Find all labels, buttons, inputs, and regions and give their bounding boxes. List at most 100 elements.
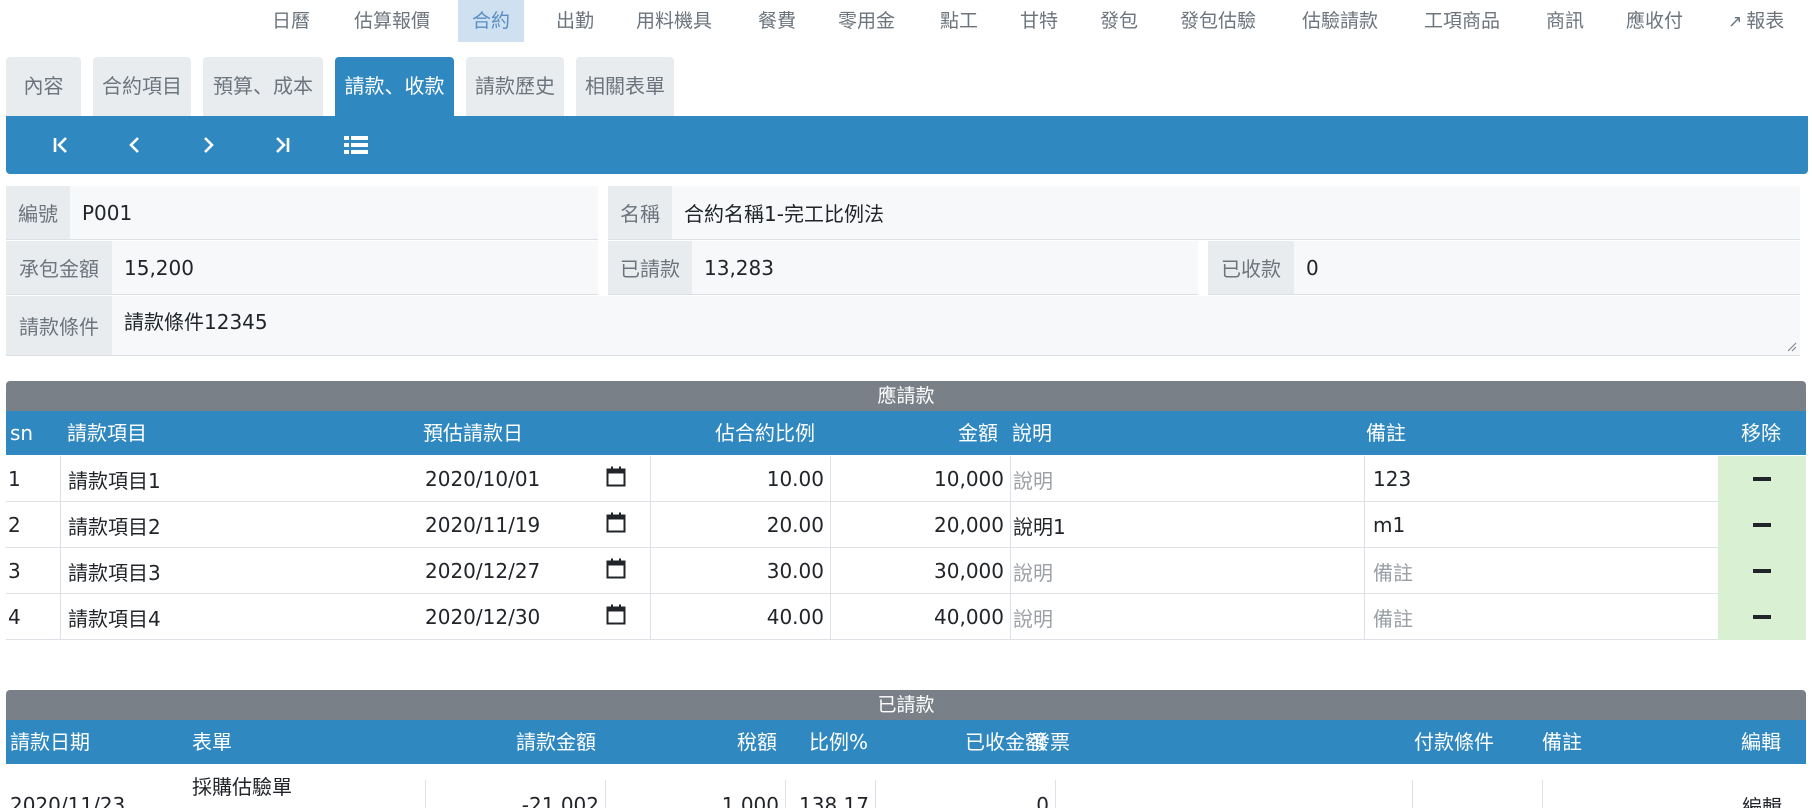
billing-item-input[interactable]: 請款項目3 <box>60 548 418 594</box>
nav-item-subcontract[interactable]: 發包 <box>1100 0 1138 42</box>
nav-item-calendar[interactable]: 日曆 <box>272 0 310 42</box>
table-row: 1 請款項目1 2020/10/01 10.00 10,000 說明 123 <box>6 456 1806 502</box>
billed-received: 0 <box>875 780 1055 808</box>
tab-billing-history[interactable]: 請款歷史 <box>466 57 564 116</box>
nav-item-news[interactable]: 商訊 <box>1546 0 1584 42</box>
billed-amount-input[interactable]: 13,283 <box>698 241 774 294</box>
receivable-table-title: 應請款 <box>6 381 1806 411</box>
tab-related-forms[interactable]: 相關表單 <box>576 57 674 116</box>
col-billing-item: 請款項目 <box>67 421 147 445</box>
code-input[interactable]: P001 <box>76 186 132 239</box>
row-sn: 3 <box>8 559 21 583</box>
nav-item-contract[interactable]: 合約 <box>458 0 525 42</box>
col-sn: sn <box>10 421 34 445</box>
billed-invoice <box>1055 780 1412 808</box>
minus-icon <box>1753 477 1771 481</box>
contract-ratio-input[interactable]: 10.00 <box>650 456 830 502</box>
col-note: 備註 <box>1366 421 1406 445</box>
prev-page-icon <box>129 137 139 153</box>
col-billing-date: 請款日期 <box>10 730 90 754</box>
nav-item-daywork[interactable]: 點工 <box>940 0 978 42</box>
tab-content[interactable]: 內容 <box>6 57 81 116</box>
tab-billing-collection[interactable]: 請款、收款 <box>335 57 454 116</box>
row-sn: 2 <box>8 513 21 537</box>
contract-ratio-input[interactable]: 30.00 <box>650 548 830 594</box>
table-row: 4 請款項目4 2020/12/30 40.00 40,000 說明 備註 <box>6 594 1806 640</box>
billing-item-input[interactable]: 請款項目4 <box>60 594 418 640</box>
prev-record-button[interactable] <box>113 116 157 174</box>
nav-item-work-items[interactable]: 工項商品 <box>1424 0 1500 42</box>
nav-item-receivable-payable[interactable]: 應收付 <box>1626 0 1683 42</box>
billed-amount: -21,002 <box>425 780 605 808</box>
contract-amount-input[interactable]: 15,200 <box>118 241 194 294</box>
billed-note <box>1542 780 1722 808</box>
name-label: 名稱 <box>608 186 672 239</box>
calendar-icon[interactable] <box>606 604 626 626</box>
col-amount: 金額 <box>958 421 998 445</box>
code-field: 編號 P001 <box>6 186 598 240</box>
nav-item-subcontract-valuation[interactable]: 發包估驗 <box>1180 0 1256 42</box>
amount-value: 10,000 <box>830 456 1010 502</box>
col-remove: 移除 <box>1741 421 1781 445</box>
col-billed-note: 備註 <box>1542 730 1582 754</box>
next-record-button[interactable] <box>186 116 230 174</box>
remove-row-button[interactable] <box>1718 548 1806 594</box>
nav-item-materials[interactable]: 用料機具 <box>636 0 712 42</box>
billed-form-link[interactable]: 採購估驗單 <box>192 760 432 808</box>
billed-table-title: 已請款 <box>6 690 1806 720</box>
first-record-button[interactable] <box>39 116 83 174</box>
contract-amount-label: 承包金額 <box>6 241 112 294</box>
code-label: 編號 <box>6 186 70 239</box>
description-input[interactable]: 說明 <box>1010 594 1364 640</box>
remove-row-button[interactable] <box>1718 594 1806 640</box>
billed-row: 2020/11/23 採購估驗單 -21,002 1,000 138.17 0 … <box>6 764 1806 808</box>
note-input[interactable]: 123 <box>1364 456 1722 502</box>
description-input[interactable]: 說明1 <box>1010 502 1364 548</box>
col-payment-terms: 付款條件 <box>1414 730 1494 754</box>
nav-item-petty-cash[interactable]: 零用金 <box>838 0 895 42</box>
col-estimated-date: 預估請款日 <box>423 421 523 445</box>
minus-icon <box>1753 523 1771 527</box>
contract-ratio-input[interactable]: 20.00 <box>650 502 830 548</box>
nav-item-attendance[interactable]: 出勤 <box>556 0 594 42</box>
billed-payment-terms <box>1412 780 1542 808</box>
calendar-icon[interactable] <box>606 466 626 488</box>
billed-ratio: 138.17 <box>785 780 875 808</box>
receivable-table-header: sn 請款項目 預估請款日 佔合約比例 金額 說明 備註 移除 <box>6 411 1806 455</box>
remove-row-button[interactable] <box>1718 502 1806 548</box>
contract-ratio-input[interactable]: 40.00 <box>650 594 830 640</box>
calendar-icon[interactable] <box>606 558 626 580</box>
received-amount-label: 已收款 <box>1208 241 1294 294</box>
col-ratio-percent: 比例% <box>809 730 869 754</box>
description-input[interactable]: 說明 <box>1010 548 1364 594</box>
next-page-icon <box>204 137 214 153</box>
received-amount-input[interactable]: 0 <box>1300 241 1319 294</box>
name-input[interactable]: 合約名稱1-完工比例法 <box>678 186 884 239</box>
nav-item-gantt[interactable]: 甘特 <box>1020 0 1058 42</box>
description-input[interactable]: 說明 <box>1010 456 1364 502</box>
col-edit: 編輯 <box>1741 730 1781 754</box>
calendar-icon[interactable] <box>606 512 626 534</box>
billing-terms-label: 請款條件 <box>6 296 112 355</box>
list-view-button[interactable] <box>334 116 378 174</box>
billing-terms-textarea[interactable]: 請款條件12345 <box>118 296 268 355</box>
nav-item-valuation-billing[interactable]: 估驗請款 <box>1302 0 1378 42</box>
nav-item-estimate[interactable]: 估算報價 <box>354 0 430 42</box>
billing-item-input[interactable]: 請款項目1 <box>60 456 418 502</box>
billing-item-input[interactable]: 請款項目2 <box>60 502 418 548</box>
note-input[interactable]: m1 <box>1364 502 1722 548</box>
edit-button[interactable]: 編輯 <box>1742 780 1802 808</box>
remove-row-button[interactable] <box>1718 456 1806 502</box>
resize-handle-icon[interactable] <box>1785 340 1797 352</box>
record-navigation-toolbar <box>6 116 1808 174</box>
top-nav: 日曆 估算報價 合約 出勤 用料機具 餐費 零用金 點工 甘特 發包 發包估驗 … <box>0 0 1812 42</box>
nav-item-reports[interactable]: ↗ 報表 <box>1728 0 1784 42</box>
note-input[interactable]: 備註 <box>1364 548 1722 594</box>
tab-budget-cost[interactable]: 預算、成本 <box>203 57 323 116</box>
table-row: 3 請款項目3 2020/12/27 30.00 30,000 說明 備註 <box>6 548 1806 594</box>
tab-contract-items[interactable]: 合約項目 <box>93 57 191 116</box>
last-record-button[interactable] <box>260 116 304 174</box>
col-contract-ratio: 佔合約比例 <box>715 421 815 445</box>
note-input[interactable]: 備註 <box>1364 594 1722 640</box>
nav-item-meals[interactable]: 餐費 <box>758 0 796 42</box>
